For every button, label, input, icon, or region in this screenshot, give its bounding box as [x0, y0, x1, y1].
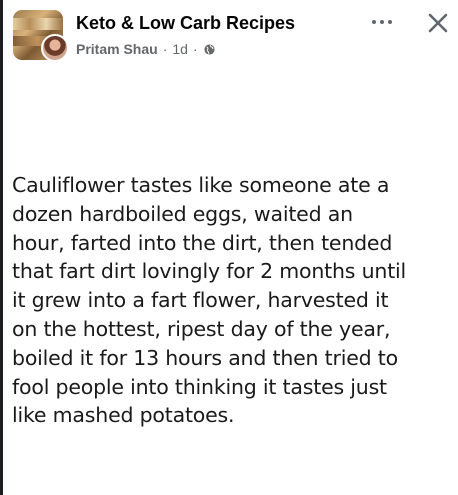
post-header: Keto & Low Carb Recipes Pritam Shau · 1d… — [3, 0, 458, 72]
meta-separator: · — [162, 41, 168, 57]
author-link[interactable]: Pritam Shau — [76, 41, 158, 57]
post-image[interactable]: Cauliflower tastes like someone ate a do… — [3, 72, 458, 495]
close-button[interactable] — [423, 8, 453, 38]
post-time-link[interactable]: 1d — [172, 41, 188, 57]
user-avatar[interactable] — [41, 34, 69, 62]
more-options-button[interactable] — [367, 8, 397, 36]
globe-icon[interactable] — [204, 43, 215, 55]
group-name-link[interactable]: Keto & Low Carb Recipes — [76, 13, 295, 34]
post-meta: Pritam Shau · 1d · — [76, 41, 215, 57]
close-icon — [428, 13, 448, 33]
more-options-icon — [372, 20, 376, 24]
post-image-text: Cauliflower tastes like someone ate a do… — [12, 173, 407, 428]
meta-separator-2: · — [192, 41, 198, 57]
